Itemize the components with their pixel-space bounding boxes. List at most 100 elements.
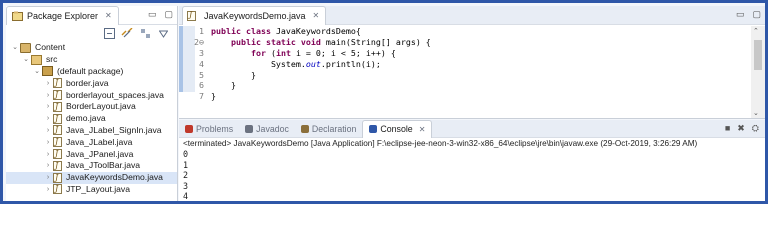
scroll-up-icon[interactable]: ⌃ xyxy=(753,27,759,35)
editor-tab-label: JavaKeywordsDemo.java xyxy=(204,10,306,21)
package-explorer-tabbar: Package Explorer ✕ ▭ ▢ xyxy=(6,6,177,25)
maximize-icon[interactable]: ▢ xyxy=(752,9,761,20)
tab-javadoc[interactable]: Javadoc xyxy=(239,120,295,138)
close-icon[interactable]: ✕ xyxy=(419,125,426,134)
file-icon xyxy=(53,148,62,160)
line-number: 1 xyxy=(199,26,204,37)
code-token: for xyxy=(250,47,271,58)
code-text: } xyxy=(207,80,236,90)
chevron-right-icon[interactable]: › xyxy=(43,113,53,124)
code-token: out xyxy=(305,58,321,69)
tree-item[interactable]: › Java_JLabel.java xyxy=(6,136,177,148)
focus-icon[interactable] xyxy=(139,28,151,40)
remove-launch-icon[interactable]: ✖ xyxy=(737,123,745,134)
chevron-down-icon[interactable]: ⌄ xyxy=(32,66,42,77)
console-output-line: 0 xyxy=(183,149,189,159)
tree-item[interactable]: › border.java xyxy=(6,77,177,89)
code-token: } xyxy=(211,91,216,102)
file-icon xyxy=(53,101,62,112)
explorer-toolbar xyxy=(6,25,177,42)
view-menu-icon[interactable] xyxy=(157,28,169,40)
line-number: 2⊖ xyxy=(194,37,204,48)
code-line[interactable]: 1 public class JavaKeywordsDemo{ xyxy=(179,26,361,37)
chevron-down-icon[interactable]: ⌄ xyxy=(10,42,20,53)
chevron-down-icon[interactable]: ⌄ xyxy=(21,54,31,65)
tree-item-label: Java_JLabel_SignIn.java xyxy=(66,124,162,135)
maximize-icon[interactable]: ▢ xyxy=(164,9,173,20)
pkg-icon xyxy=(42,66,53,77)
code-line[interactable]: 3 for (int i = 0; i < 5; i++) { xyxy=(179,48,396,59)
scroll-thumb[interactable] xyxy=(754,40,762,70)
tab-package-explorer[interactable]: Package Explorer ✕ xyxy=(6,6,119,25)
package-explorer-view: Package Explorer ✕ ▭ ▢ ⌄ Content ⌄ src ⌄ (def… xyxy=(6,6,178,201)
code-line[interactable]: 2⊖ public static void main(String[] args… xyxy=(179,37,431,48)
tree-item[interactable]: › Java_JPanel.java xyxy=(6,148,177,160)
file-icon xyxy=(53,113,62,124)
stop-icon[interactable]: ■ xyxy=(725,123,730,134)
tree-item-label: Java_JLabel.java xyxy=(66,136,133,147)
chevron-right-icon[interactable]: › xyxy=(43,172,53,183)
tab-problems[interactable]: Problems xyxy=(179,120,239,138)
code-token: main(String[] args) { xyxy=(325,37,431,48)
eclipse-window: Package Explorer ✕ ▭ ▢ ⌄ Content ⌄ src ⌄ (def… xyxy=(0,0,768,204)
code-text: } xyxy=(207,91,216,101)
code-text: System.out.println(i); xyxy=(207,59,381,69)
chevron-right-icon[interactable]: › xyxy=(43,78,53,89)
tab-label: Declaration xyxy=(311,123,357,134)
code-token: i = 0; i < 5; i++) { xyxy=(295,47,396,58)
file-icon xyxy=(53,124,62,136)
tree-item[interactable]: › borderlayout_spaces.java xyxy=(6,89,177,101)
tree-item[interactable]: › demo.java xyxy=(6,113,177,125)
tree-item[interactable]: ⌄ src xyxy=(6,54,177,66)
clear-console-icon[interactable]: ⛭ xyxy=(752,123,759,134)
chevron-right-icon[interactable]: › xyxy=(43,184,53,195)
tree-item[interactable]: › JavaKeywordsDemo.java xyxy=(6,172,177,184)
tab-label: Javadoc xyxy=(256,123,289,134)
line-number: 7 xyxy=(199,91,204,102)
tree-item-label: Content xyxy=(35,42,66,53)
close-icon[interactable]: ✕ xyxy=(105,11,112,20)
code-text: for (int i = 0; i < 5; i++) { xyxy=(207,48,396,58)
code-line[interactable]: 5 } xyxy=(179,69,256,80)
file-icon xyxy=(53,89,62,101)
console-tabbar: Problems Javadoc Declaration Console ✕ xyxy=(179,119,765,138)
tree-item[interactable]: › BorderLayout.java xyxy=(6,101,177,113)
code-line[interactable]: 4 System.out.println(i); xyxy=(179,58,381,69)
tree-item[interactable]: ⌄ (default package) xyxy=(6,66,177,78)
code-token: int xyxy=(275,47,296,58)
tree-item[interactable]: ⌄ Content xyxy=(6,42,177,54)
code-line[interactable]: 6 } xyxy=(179,80,236,91)
tab-javakeywordsdemo[interactable]: JavaKeywordsDemo.java ✕ xyxy=(182,5,327,25)
tree-item[interactable]: › Java_JToolBar.java xyxy=(6,160,177,172)
close-icon[interactable]: ✕ xyxy=(313,11,320,20)
chevron-right-icon[interactable]: › xyxy=(43,125,53,136)
tree-item[interactable]: › Java_JLabel_SignIn.java xyxy=(6,124,177,137)
console-toolbar: ■ ✖ ⛭ xyxy=(725,123,759,134)
problems-icon xyxy=(185,124,193,133)
chevron-right-icon[interactable]: › xyxy=(43,160,53,171)
code-token: System. xyxy=(211,58,306,69)
tree-item-label: JavaKeywordsDemo.java xyxy=(66,172,163,183)
link-with-editor-icon[interactable] xyxy=(121,28,133,40)
tab-declaration[interactable]: Declaration xyxy=(295,120,363,138)
chevron-right-icon[interactable]: › xyxy=(43,90,53,101)
editor-scrollbar[interactable]: ⌃ ⌄ xyxy=(751,26,765,118)
code-text: } xyxy=(207,70,256,80)
chevron-right-icon[interactable]: › xyxy=(43,101,53,112)
line-number: 5 xyxy=(199,69,204,80)
tab-console[interactable]: Console ✕ xyxy=(362,119,433,138)
chevron-right-icon[interactable]: › xyxy=(43,137,53,148)
scroll-down-icon[interactable]: ⌄ xyxy=(753,109,759,117)
chevron-right-icon[interactable]: › xyxy=(43,149,53,160)
code-token: .println(i); xyxy=(320,58,381,69)
collapse-all-icon[interactable] xyxy=(103,28,115,40)
code-line[interactable]: 7} xyxy=(179,91,216,102)
minimize-icon[interactable]: ▭ xyxy=(736,9,745,20)
minimize-icon[interactable]: ▭ xyxy=(148,9,157,20)
java-editor: JavaKeywordsDemo.java ✕ ▭ ▢ 1public clas… xyxy=(179,5,765,119)
tree-item-label: demo.java xyxy=(66,113,106,124)
tree-item[interactable]: › JTP_Layout.java xyxy=(6,183,177,196)
code-area[interactable]: 1 public class JavaKeywordsDemo{2⊖ public… xyxy=(179,26,765,118)
file-icon xyxy=(53,77,62,89)
